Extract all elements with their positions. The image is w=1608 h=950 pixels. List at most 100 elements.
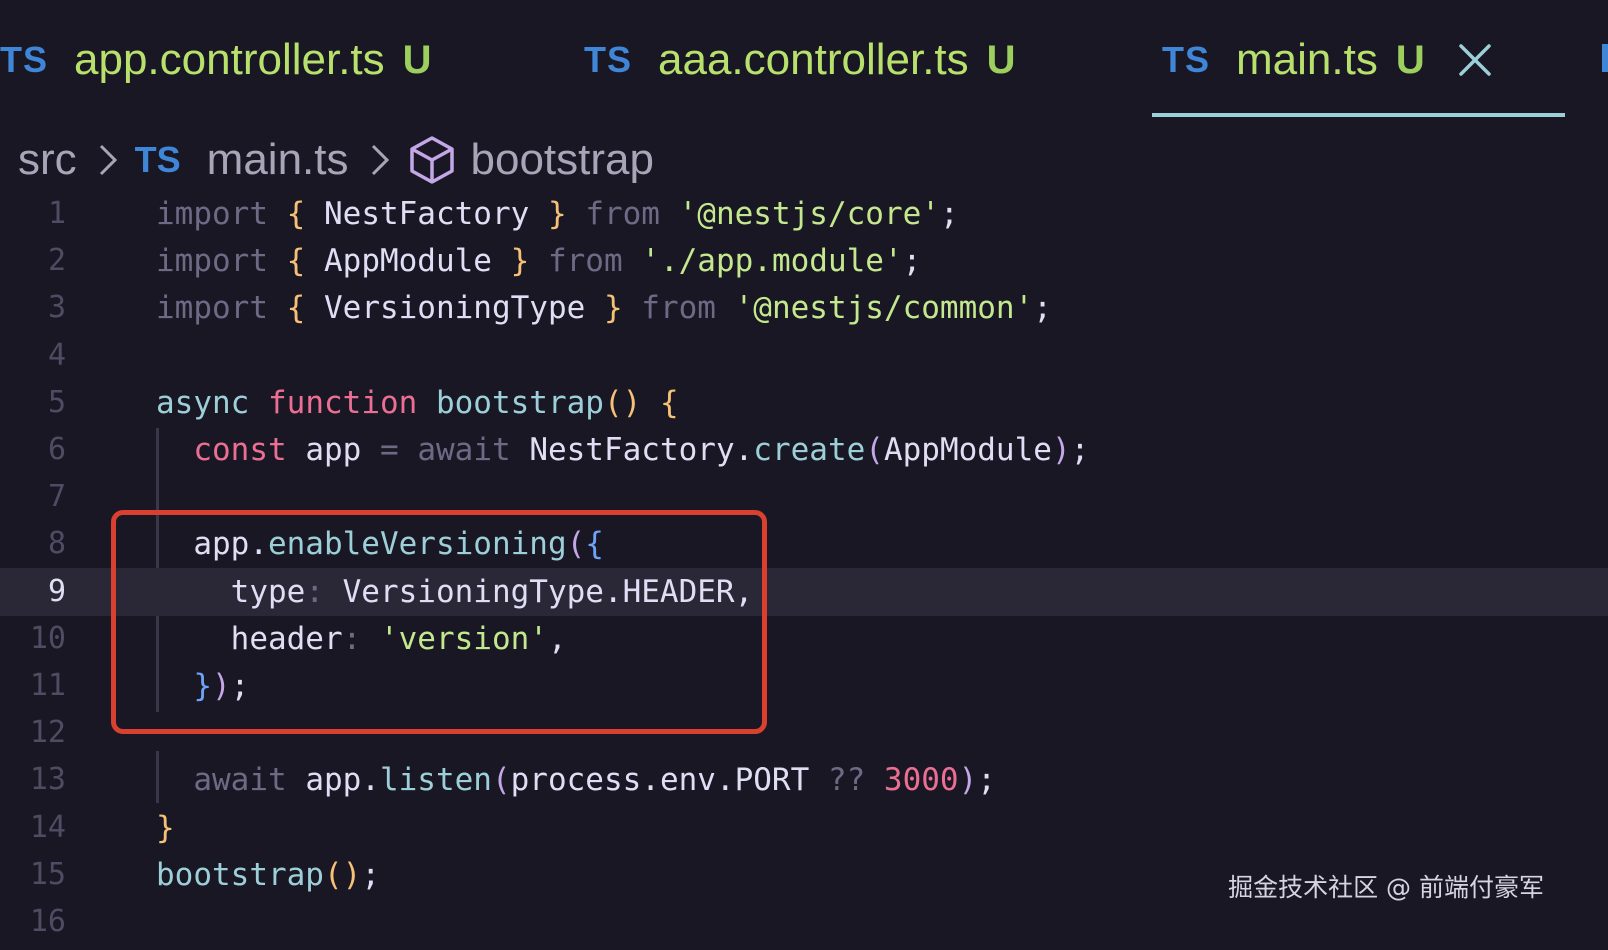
code-token: ( — [491, 762, 511, 799]
line-number: 8 — [47, 526, 66, 562]
line-number: 6 — [47, 432, 66, 467]
code-token: import — [156, 243, 268, 280]
code-token: ; — [902, 243, 922, 280]
code-token: process.env.PORT — [510, 762, 828, 799]
breadcrumb-folder[interactable]: src — [18, 135, 77, 185]
tab-untracked-badge: U — [1395, 37, 1425, 82]
code-line[interactable]: 4 — [0, 332, 1608, 380]
code-token: ) — [958, 762, 978, 799]
code-token: AppModule — [883, 432, 1052, 468]
chevron-right-icon — [93, 140, 121, 180]
code-token: const — [193, 432, 287, 468]
code-token: app. — [286, 762, 380, 799]
breadcrumb-symbol[interactable]: bootstrap — [471, 135, 654, 185]
tab-filename: app.controller.ts — [74, 35, 385, 84]
code-token: ( — [865, 432, 884, 468]
code-text: import { AppModule } from './app.module'… — [156, 237, 921, 285]
breadcrumb: src TS main.ts bootstrap — [18, 130, 654, 190]
code-token: async — [156, 384, 250, 421]
tab-filename: aaa.controller.ts — [658, 35, 969, 84]
code-token: from — [641, 290, 716, 327]
line-number: 11 — [29, 668, 66, 703]
code-token: } — [547, 196, 567, 232]
code-line[interactable]: 14} — [0, 804, 1608, 852]
code-line[interactable]: 13 await app.listen(process.env.PORT ?? … — [0, 756, 1608, 804]
code-token: ) — [1051, 432, 1071, 468]
code-token: app — [286, 432, 380, 468]
code-token: () — [323, 856, 362, 893]
line-number: 9 — [47, 573, 66, 609]
code-token: 3000 — [883, 762, 959, 799]
line-number: 14 — [29, 809, 66, 845]
watermark: 掘金技术社区 @ 前端付豪军 — [1228, 873, 1544, 902]
code-text: bootstrap(); — [156, 851, 380, 899]
code-line[interactable]: 16 — [0, 898, 1608, 946]
breadcrumb-file[interactable]: main.ts — [207, 135, 349, 185]
code-token: } — [156, 809, 175, 846]
code-text: await app.listen(process.env.PORT ?? 300… — [156, 756, 996, 804]
line-number: 2 — [47, 243, 66, 279]
code-token: AppModule — [305, 243, 511, 280]
tab-main-ts[interactable]: TS main.ts U — [1162, 28, 1495, 92]
code-token: from — [585, 196, 660, 232]
tab-aaa-controller[interactable]: TS aaa.controller.ts U — [584, 28, 1016, 92]
code-token: ?? — [827, 762, 866, 799]
line-number: 10 — [29, 620, 66, 656]
code-token: ; — [1033, 290, 1052, 327]
code-token: await — [417, 432, 511, 468]
code-line[interactable]: 5 async function bootstrap() { — [0, 379, 1608, 427]
code-token: ; — [939, 196, 959, 232]
editor-tab-bar: TS app.controller.ts U TS aaa.controller… — [0, 0, 1608, 118]
next-tab-edge[interactable] — [1602, 44, 1608, 72]
code-token: '@nestjs/common' — [734, 290, 1034, 327]
typescript-file-icon: TS — [0, 39, 49, 80]
line-number: 16 — [29, 904, 66, 939]
code-token: await — [193, 762, 287, 799]
highlight-annotation-box — [111, 510, 767, 734]
line-number: 15 — [29, 856, 66, 892]
code-text: import { VersioningType } from '@nestjs/… — [156, 284, 1052, 332]
code-text: } — [156, 804, 175, 852]
code-line[interactable]: 3 import { VersioningType } from '@nestjs… — [0, 284, 1608, 332]
code-token: { — [286, 196, 306, 232]
close-icon[interactable] — [1455, 40, 1495, 80]
code-token: '@nestjs/core' — [678, 196, 940, 232]
code-text: const app = await NestFactory.create(App… — [156, 426, 1089, 474]
code-line[interactable]: 6 const app = await NestFactory.create(A… — [0, 426, 1608, 474]
line-number: 13 — [29, 762, 66, 798]
active-tab-indicator — [1152, 113, 1565, 117]
code-token: bootstrap — [435, 384, 604, 421]
code-token: { — [286, 243, 306, 280]
tab-app-controller[interactable]: TS app.controller.ts U — [0, 28, 432, 92]
code-token: ; — [977, 762, 996, 799]
code-line[interactable]: 2 import { AppModule } from './app.module… — [0, 237, 1608, 285]
line-number: 7 — [47, 479, 66, 515]
typescript-file-icon: TS — [584, 39, 633, 80]
code-line[interactable]: 1 import { NestFactory } from '@nestjs/co… — [0, 190, 1608, 238]
tab-untracked-badge: U — [986, 37, 1016, 82]
code-token: VersioningType — [305, 290, 604, 327]
typescript-file-icon: TS — [134, 139, 181, 180]
code-token: import — [156, 290, 268, 327]
line-number: 4 — [47, 337, 66, 373]
tab-filename: main.ts — [1236, 35, 1378, 84]
code-token: listen — [379, 762, 492, 799]
line-number: 3 — [47, 290, 66, 326]
code-token: ; — [1070, 432, 1090, 468]
tab-untracked-badge: U — [402, 37, 432, 82]
line-number: 5 — [47, 384, 66, 420]
code-token: create — [753, 432, 866, 468]
